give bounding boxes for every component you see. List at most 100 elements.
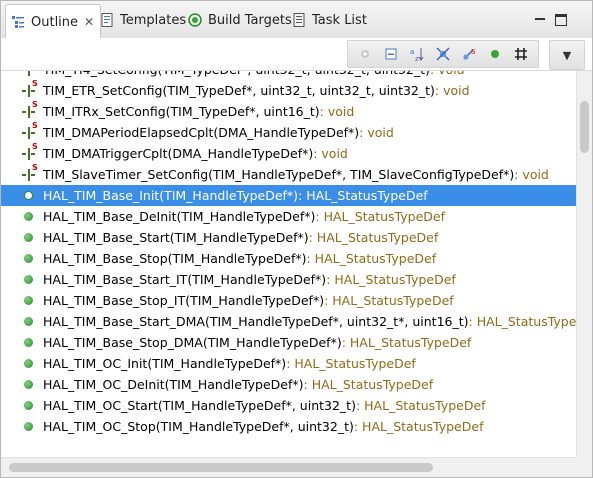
tree-item-signature: TIM_DMAPeriodElapsedCplt(DMA_HandleTypeD… [43, 125, 360, 140]
public-method-icon [21, 377, 37, 393]
public-method-icon [21, 419, 37, 435]
horizontal-scroll-thumb[interactable] [9, 463, 433, 472]
tree-item[interactable]: HAL_TIM_OC_Init(TIM_HandleTypeDef*) : HA… [1, 353, 576, 374]
sync-icon[interactable] [357, 46, 373, 62]
tab-build-targets-label: Build Targets [208, 12, 292, 28]
tree-item-return-type: : HAL_StatusTypeDef [324, 293, 454, 308]
collapse-all-icon[interactable] [383, 46, 399, 62]
tree-item-signature: HAL_TIM_Base_Stop_DMA(TIM_HandleTypeDef*… [43, 335, 342, 350]
close-icon[interactable]: ✕ [84, 15, 94, 29]
tree-item-return-type: : HAL_StatusTypeDef [355, 398, 486, 413]
view-menu-button[interactable]: ▼ [549, 40, 585, 70]
vertical-scrollbar[interactable] [576, 71, 592, 457]
tree-item-signature: HAL_TIM_Base_Start_DMA(TIM_HandleTypeDef… [43, 314, 469, 329]
tree-item[interactable]: HAL_TIM_OC_Start(TIM_HandleTypeDef*, uin… [1, 395, 576, 416]
tree-item-return-type: : void [319, 104, 355, 119]
tree-item-signature: HAL_TIM_Base_Stop_IT(TIM_HandleTypeDef*) [43, 293, 325, 308]
tree-item-selected[interactable]: HAL_TIM_Base_Init(TIM_HandleTypeDef*) : … [1, 185, 576, 206]
tab-task-list-label: Task List [312, 12, 367, 28]
tree-item-return-type: : HAL_StatusTypeDef [315, 209, 445, 224]
tree-item[interactable]: S TIM_DMATriggerCplt(DMA_HandleTypeDef*) … [1, 142, 576, 164]
private-static-method-icon: S [21, 142, 38, 162]
tree-item[interactable]: HAL_TIM_Base_Start_IT(TIM_HandleTypeDef*… [1, 269, 576, 290]
public-method-icon [21, 209, 37, 225]
tree-item[interactable]: HAL_TIM_Base_Stop_IT(TIM_HandleTypeDef*)… [1, 290, 576, 311]
tree-item-signature: HAL_TIM_Base_Start_IT(TIM_HandleTypeDef*… [43, 272, 327, 287]
public-method-icon [21, 356, 37, 372]
tree-item[interactable]: HAL_TIM_Base_Stop_DMA(TIM_HandleTypeDef*… [1, 332, 576, 353]
tree-item-signature: HAL_TIM_Base_Init(TIM_HandleTypeDef*) [43, 188, 299, 203]
tree-item-signature: TIM_TI4_SetConfig(TIM_TypeDef*, uint32_t… [43, 71, 430, 77]
hide-macros-icon[interactable] [513, 46, 529, 62]
build-targets-icon [187, 12, 203, 28]
svg-text:a: a [410, 48, 414, 56]
public-method-icon [21, 398, 37, 414]
tree-item-signature: HAL_TIM_OC_Stop(TIM_HandleTypeDef*, uint… [43, 419, 354, 434]
vertical-scroll-thumb[interactable] [580, 101, 589, 153]
tree-item-return-type: : HAL_StatusTypeDef [341, 335, 472, 350]
scrollbar-corner [576, 457, 592, 477]
horizontal-scrollbar[interactable] [1, 457, 576, 477]
public-method-icon [21, 230, 37, 246]
tree-item-return-type: : HAL_StatusTypeDef [353, 419, 484, 434]
view-tab-bar: Outline ✕ Templates Build Targets Task L… [1, 1, 592, 39]
outline-icon [10, 14, 26, 30]
outline-tree[interactable]: S TIM_TI4_SetConfig(TIM_TypeDef*, uint32_… [1, 71, 576, 457]
tree-item-signature: HAL_TIM_OC_DeInit(TIM_HandleTypeDef*) [43, 377, 304, 392]
tree-item[interactable]: S TIM_DMAPeriodElapsedCplt(DMA_HandleType… [1, 121, 576, 143]
tab-outline[interactable]: Outline ✕ [5, 4, 102, 39]
tree-item-signature: HAL_TIM_Base_Stop(TIM_HandleTypeDef*) [43, 251, 307, 266]
templates-icon [99, 12, 115, 28]
public-method-icon [21, 251, 37, 267]
tree-item[interactable]: S TIM_TI4_SetConfig(TIM_TypeDef*, uint32_… [1, 71, 576, 80]
public-method-icon [21, 272, 37, 288]
public-method-icon [21, 293, 37, 309]
public-method-icon [21, 314, 37, 330]
private-static-method-icon: S [21, 71, 37, 78]
tab-templates-label: Templates [120, 12, 187, 28]
private-static-method-icon: S [21, 100, 38, 120]
tree-item[interactable]: HAL_TIM_OC_Stop(TIM_HandleTypeDef*, uint… [1, 416, 576, 437]
tree-item[interactable]: S TIM_ITRx_SetConfig(TIM_TypeDef*, uint16… [1, 100, 576, 122]
tab-task-list[interactable]: Task List [291, 5, 367, 35]
tree-item[interactable]: HAL_TIM_OC_DeInit(TIM_HandleTypeDef*) : … [1, 374, 576, 395]
private-static-method-icon: S [21, 121, 38, 141]
tree-item-return-type: : HAL_StatusTypeDef [326, 272, 456, 287]
toolbar-button-group: az S [347, 40, 539, 68]
chevron-down-icon: ▼ [562, 48, 572, 62]
tree-item-return-type: : HAL_StatusTypeDef [468, 314, 576, 329]
sort-az-icon[interactable]: az [409, 46, 425, 62]
task-list-icon [291, 12, 307, 28]
svg-text:z: z [415, 55, 419, 62]
tree-item[interactable]: HAL_TIM_Base_Start(TIM_HandleTypeDef*) :… [1, 227, 576, 248]
tree-item-signature: TIM_ETR_SetConfig(TIM_TypeDef*, uint32_t… [43, 83, 435, 98]
hide-fields-icon[interactable] [435, 46, 451, 62]
tree-item[interactable]: HAL_TIM_Base_Start_DMA(TIM_HandleTypeDef… [1, 311, 576, 332]
window-controls [518, 6, 582, 32]
tree-item[interactable]: HAL_TIM_Base_DeInit(TIM_HandleTypeDef*) … [1, 206, 576, 227]
tab-templates[interactable]: Templates [99, 5, 186, 35]
maximize-icon[interactable] [555, 14, 567, 26]
svg-text:S: S [471, 48, 476, 56]
tree-item[interactable]: HAL_TIM_Base_Stop(TIM_HandleTypeDef*) : … [1, 248, 576, 269]
tree-item-return-type: : HAL_StatusTypeDef [298, 188, 428, 203]
public-method-icon [21, 335, 37, 351]
tree-item-signature: TIM_SlaveTimer_SetConfig(TIM_HandleTypeD… [43, 167, 515, 182]
hide-non-public-icon[interactable] [487, 46, 503, 62]
tab-build-targets[interactable]: Build Targets [187, 5, 292, 35]
tree-item-return-type: : void [313, 146, 348, 161]
public-method-icon [21, 188, 37, 204]
tree-item[interactable]: S TIM_SlaveTimer_SetConfig(TIM_HandleType… [1, 163, 576, 185]
tree-item-signature: HAL_TIM_Base_Start(TIM_HandleTypeDef*) [43, 230, 309, 245]
private-static-method-icon: S [21, 163, 38, 183]
tree-item-return-type: : void [359, 125, 394, 140]
tree-item-signature: TIM_DMATriggerCplt(DMA_HandleTypeDef*) [43, 146, 314, 161]
hide-static-icon[interactable]: S [461, 46, 477, 62]
tree-item[interactable]: S TIM_ETR_SetConfig(TIM_TypeDef*, uint32_… [1, 79, 576, 101]
minimize-icon[interactable] [533, 12, 547, 26]
outline-toolbar: az S ▼ [1, 38, 592, 71]
tab-outline-label: Outline [31, 14, 79, 30]
tree-item-return-type: : HAL_StatusTypeDef [306, 251, 437, 266]
tree-item-signature: HAL_TIM_OC_Init(TIM_HandleTypeDef*) [43, 356, 287, 371]
tree-item-signature: HAL_TIM_OC_Start(TIM_HandleTypeDef*, uin… [43, 398, 356, 413]
